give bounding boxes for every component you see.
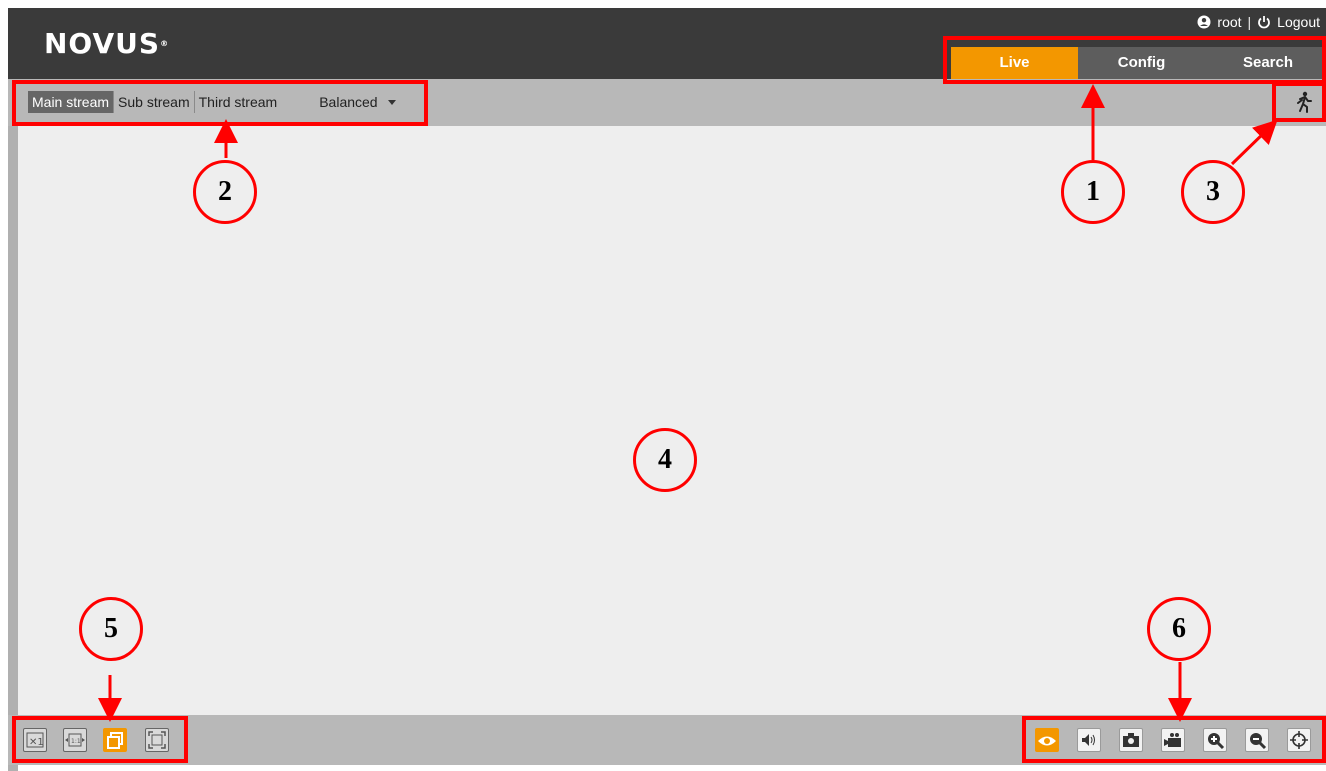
annotation-3: 3 — [1181, 160, 1245, 224]
annotation-6: 6 — [1147, 597, 1211, 661]
annotation-4: 4 — [633, 428, 697, 492]
annotation-2: 2 — [193, 160, 257, 224]
annotation-5: 5 — [79, 597, 143, 661]
annotation-1: 1 — [1061, 160, 1125, 224]
annotation-arrows — [98, 84, 1278, 722]
